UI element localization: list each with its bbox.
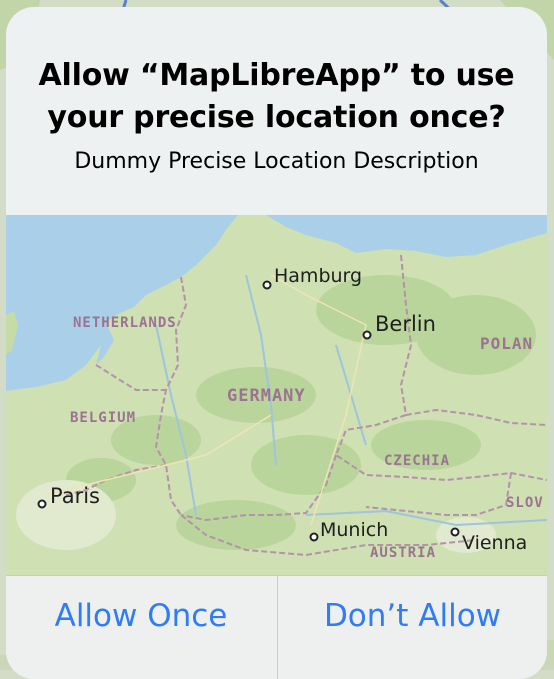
label-poland: POLAN — [480, 334, 533, 353]
label-germany: GERMANY — [227, 386, 306, 406]
alert-title: Allow “MapLibreApp” to use your precise … — [6, 55, 547, 139]
city-dot-hamburg — [262, 280, 272, 290]
label-munich: Munich — [320, 519, 388, 541]
alert-button-row: Allow Once Don’t Allow — [6, 575, 547, 679]
alert-title-line-2: your precise location once? — [47, 100, 506, 135]
allow-once-button[interactable]: Allow Once — [6, 576, 276, 679]
alert-title-line-1: Allow “MapLibreApp” to use — [38, 58, 515, 93]
alert-description: Dummy Precise Location Description — [74, 149, 479, 174]
label-berlin: Berlin — [375, 312, 436, 336]
location-permission-alert: Allow “MapLibreApp” to use your precise … — [6, 7, 547, 679]
label-slovakia: SLOV — [506, 495, 544, 511]
label-hamburg: Hamburg — [274, 265, 362, 287]
label-czechia: CZECHIA — [384, 453, 450, 469]
city-dot-vienna — [450, 527, 460, 537]
city-dot-berlin — [362, 330, 372, 340]
label-netherlands: NETHERLANDS — [73, 315, 177, 331]
label-austria: AUSTRIA — [370, 545, 436, 561]
label-vienna: Vienna — [462, 532, 527, 554]
city-dot-paris — [37, 499, 47, 509]
city-dot-munich — [309, 532, 319, 542]
location-map-preview[interactable]: NETHERLANDS GERMANY BELGIUM CZECHIA POLA… — [6, 215, 547, 577]
label-paris: Paris — [50, 484, 100, 508]
label-belgium: BELGIUM — [70, 410, 136, 426]
dont-allow-button[interactable]: Don’t Allow — [277, 576, 547, 679]
